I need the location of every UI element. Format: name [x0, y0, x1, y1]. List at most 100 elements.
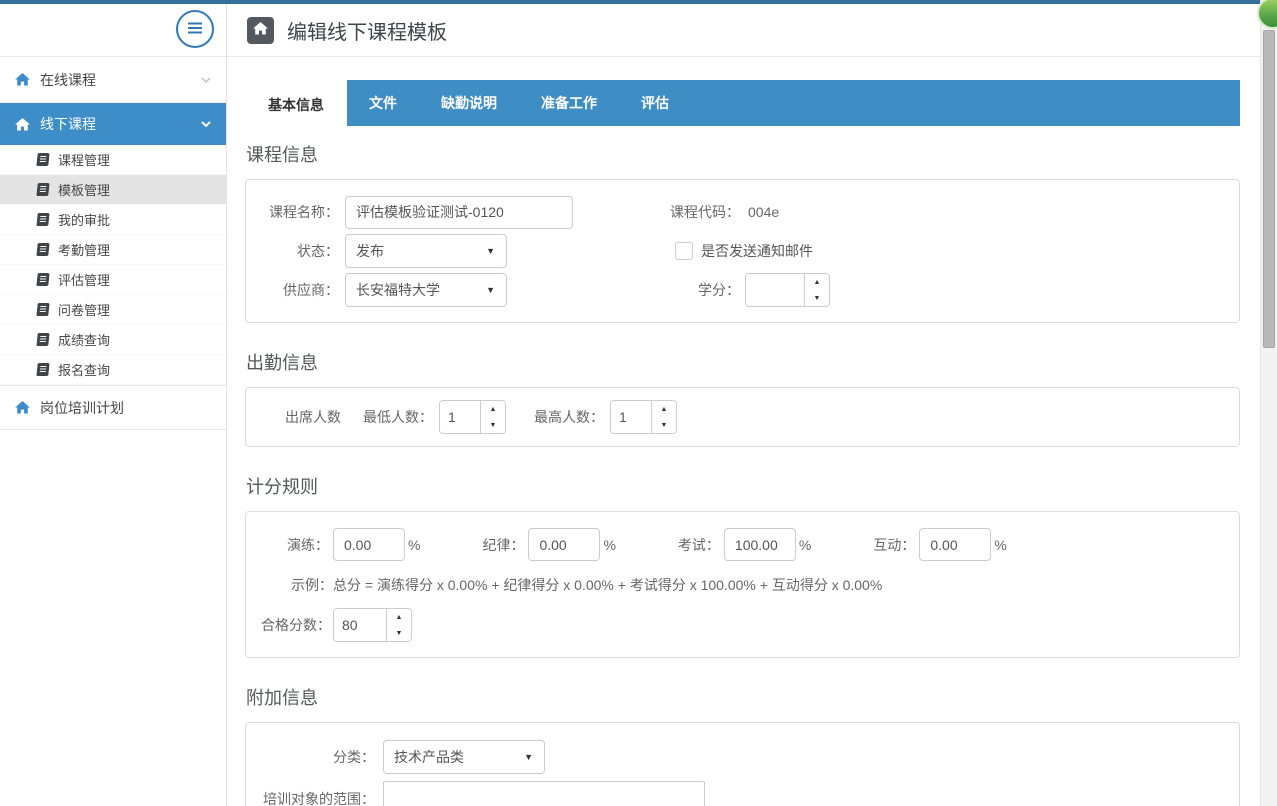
target-scope-textarea[interactable]	[383, 781, 705, 806]
min-count-input[interactable]	[440, 401, 480, 433]
stepper-buttons: ▲ ▼	[480, 401, 505, 433]
form-row: 供应商： 长安福特大学 ▼ 学分： ▲ ▼	[261, 273, 1224, 307]
book-icon	[36, 273, 49, 286]
credit-input[interactable]	[746, 274, 804, 306]
spin-down-button[interactable]: ▼	[652, 417, 676, 433]
sidebar-subitem-template-management[interactable]: 模板管理	[0, 175, 226, 205]
book-icon	[36, 363, 49, 376]
supplier-selected-value: 长安福特大学	[356, 280, 440, 300]
content-header: 编辑线下课程模板	[228, 4, 1260, 57]
sidebar-subitem-label: 模板管理	[58, 180, 110, 199]
percent-suffix: %	[603, 537, 615, 553]
spin-up-button[interactable]: ▲	[805, 274, 829, 290]
discipline-percent-input[interactable]	[528, 528, 600, 561]
sidebar-item-job-training-plan[interactable]: 岗位培训计划	[0, 385, 226, 430]
scrollbar-thumb[interactable]	[1263, 30, 1275, 348]
home-badge	[247, 17, 274, 44]
scoring-panel: 演练： % 纪律： % 考试： % 互动： % 示例：总分 = 演练得分 x 0…	[245, 511, 1240, 658]
category-label: 分类：	[261, 747, 383, 767]
section-title-additional: 附加信息	[246, 684, 1240, 710]
tab-preparation[interactable]: 准备工作	[519, 80, 619, 126]
sidebar-toggle-button[interactable]	[176, 10, 214, 48]
sidebar-subitem-assessment-management[interactable]: 评估管理	[0, 265, 226, 295]
spin-down-button[interactable]: ▼	[481, 417, 505, 433]
exam-percent-input[interactable]	[724, 528, 796, 561]
page-title: 编辑线下课程模板	[287, 16, 447, 45]
sidebar-header	[0, 4, 226, 57]
notify-email-checkbox[interactable]	[675, 242, 693, 260]
max-count-stepper: ▲ ▼	[610, 400, 677, 434]
course-code-value: 004e	[748, 204, 779, 220]
drill-percent-input[interactable]	[333, 528, 405, 561]
stepper-buttons: ▲ ▼	[651, 401, 676, 433]
status-label: 状态：	[261, 241, 345, 261]
discipline-label: 纪律：	[456, 535, 528, 555]
supplier-select[interactable]: 长安福特大学 ▼	[345, 273, 507, 307]
exam-label: 考试：	[652, 535, 724, 555]
spin-up-button[interactable]: ▲	[652, 401, 676, 417]
home-icon	[15, 73, 30, 86]
book-icon	[36, 243, 49, 256]
sidebar-subitem-registration-query[interactable]: 报名查询	[0, 355, 226, 385]
sidebar-item-online-course[interactable]: 在线课程	[0, 57, 226, 103]
status-selected-value: 发布	[356, 241, 384, 261]
sidebar-item-label: 在线课程	[40, 70, 96, 90]
interaction-percent-input[interactable]	[919, 528, 991, 561]
caret-down-icon: ▼	[486, 246, 495, 256]
notify-email-label: 是否发送通知邮件	[701, 241, 813, 261]
tab-assessment[interactable]: 评估	[619, 80, 691, 126]
pass-score-input[interactable]	[334, 609, 386, 641]
sidebar-subitem-label: 问卷管理	[58, 300, 110, 319]
form-row: 出席人数 最低人数： ▲ ▼ 最高人数： ▲ ▼	[261, 399, 1224, 435]
course-name-input[interactable]	[345, 196, 573, 229]
sidebar-subitem-questionnaire-management[interactable]: 问卷管理	[0, 295, 226, 325]
form-row: 课程名称： 课程代码： 004e	[261, 195, 1224, 229]
status-select[interactable]: 发布 ▼	[345, 234, 507, 268]
sidebar: 在线课程 线下课程 课程管理 模板管理 我的审批 考勤管理	[0, 4, 227, 806]
score-field-drill: 演练： %	[261, 528, 420, 561]
spin-down-button[interactable]: ▼	[805, 290, 829, 306]
form-row: 演练： % 纪律： % 考试： % 互动： %	[261, 528, 1224, 561]
tab-files[interactable]: 文件	[347, 80, 419, 126]
percent-suffix: %	[408, 537, 420, 553]
percent-suffix: %	[799, 537, 811, 553]
tab-basic-info[interactable]: 基本信息	[245, 77, 347, 132]
sidebar-item-offline-course[interactable]: 线下课程	[0, 103, 226, 145]
category-select[interactable]: 技术产品类 ▼	[383, 740, 545, 774]
tab-absence-notes[interactable]: 缺勤说明	[419, 80, 519, 126]
pass-score-label: 合格分数：	[261, 615, 333, 635]
caret-down-icon: ▼	[524, 752, 533, 762]
form-row: 分类： 技术产品类 ▼	[261, 740, 1224, 774]
sidebar-subitem-course-management[interactable]: 课程管理	[0, 145, 226, 175]
top-accent-bar	[0, 0, 1260, 4]
category-selected-value: 技术产品类	[394, 747, 464, 767]
drill-label: 演练：	[261, 535, 333, 555]
caret-down-icon: ▼	[486, 285, 495, 295]
vertical-scrollbar[interactable]	[1260, 0, 1277, 806]
form-row: 培训对象的范围：	[261, 781, 1224, 806]
sidebar-subitem-score-query[interactable]: 成绩查询	[0, 325, 226, 355]
book-icon	[36, 303, 49, 316]
sidebar-item-label: 线下课程	[40, 114, 96, 134]
course-name-label: 课程名称：	[261, 202, 345, 222]
max-count-input[interactable]	[611, 401, 651, 433]
spin-down-button[interactable]: ▼	[387, 625, 411, 641]
form-row: 状态： 发布 ▼ 是否发送通知邮件	[261, 234, 1224, 268]
sidebar-subitem-label: 课程管理	[58, 150, 110, 169]
spin-up-button[interactable]: ▲	[387, 609, 411, 625]
sidebar-subitem-my-approvals[interactable]: 我的审批	[0, 205, 226, 235]
sidebar-subitem-attendance-management[interactable]: 考勤管理	[0, 235, 226, 265]
tab-bar: 基本信息 文件 缺勤说明 准备工作 评估	[245, 80, 1240, 126]
stepper-buttons: ▲ ▼	[804, 274, 829, 306]
sidebar-subitem-label: 评估管理	[58, 270, 110, 289]
score-field-interaction: 互动： %	[847, 528, 1006, 561]
percent-suffix: %	[994, 537, 1006, 553]
home-icon	[15, 118, 30, 131]
spin-up-button[interactable]: ▲	[481, 401, 505, 417]
additional-panel: 分类： 技术产品类 ▼ 培训对象的范围：	[245, 722, 1240, 806]
attendance-panel: 出席人数 最低人数： ▲ ▼ 最高人数： ▲ ▼	[245, 387, 1240, 447]
scoring-example-text: 示例：总分 = 演练得分 x 0.00% + 纪律得分 x 0.00% + 考试…	[261, 575, 1224, 595]
min-count-label: 最低人数：	[363, 407, 439, 427]
stepper-buttons: ▲ ▼	[386, 609, 411, 641]
home-icon	[253, 22, 268, 38]
